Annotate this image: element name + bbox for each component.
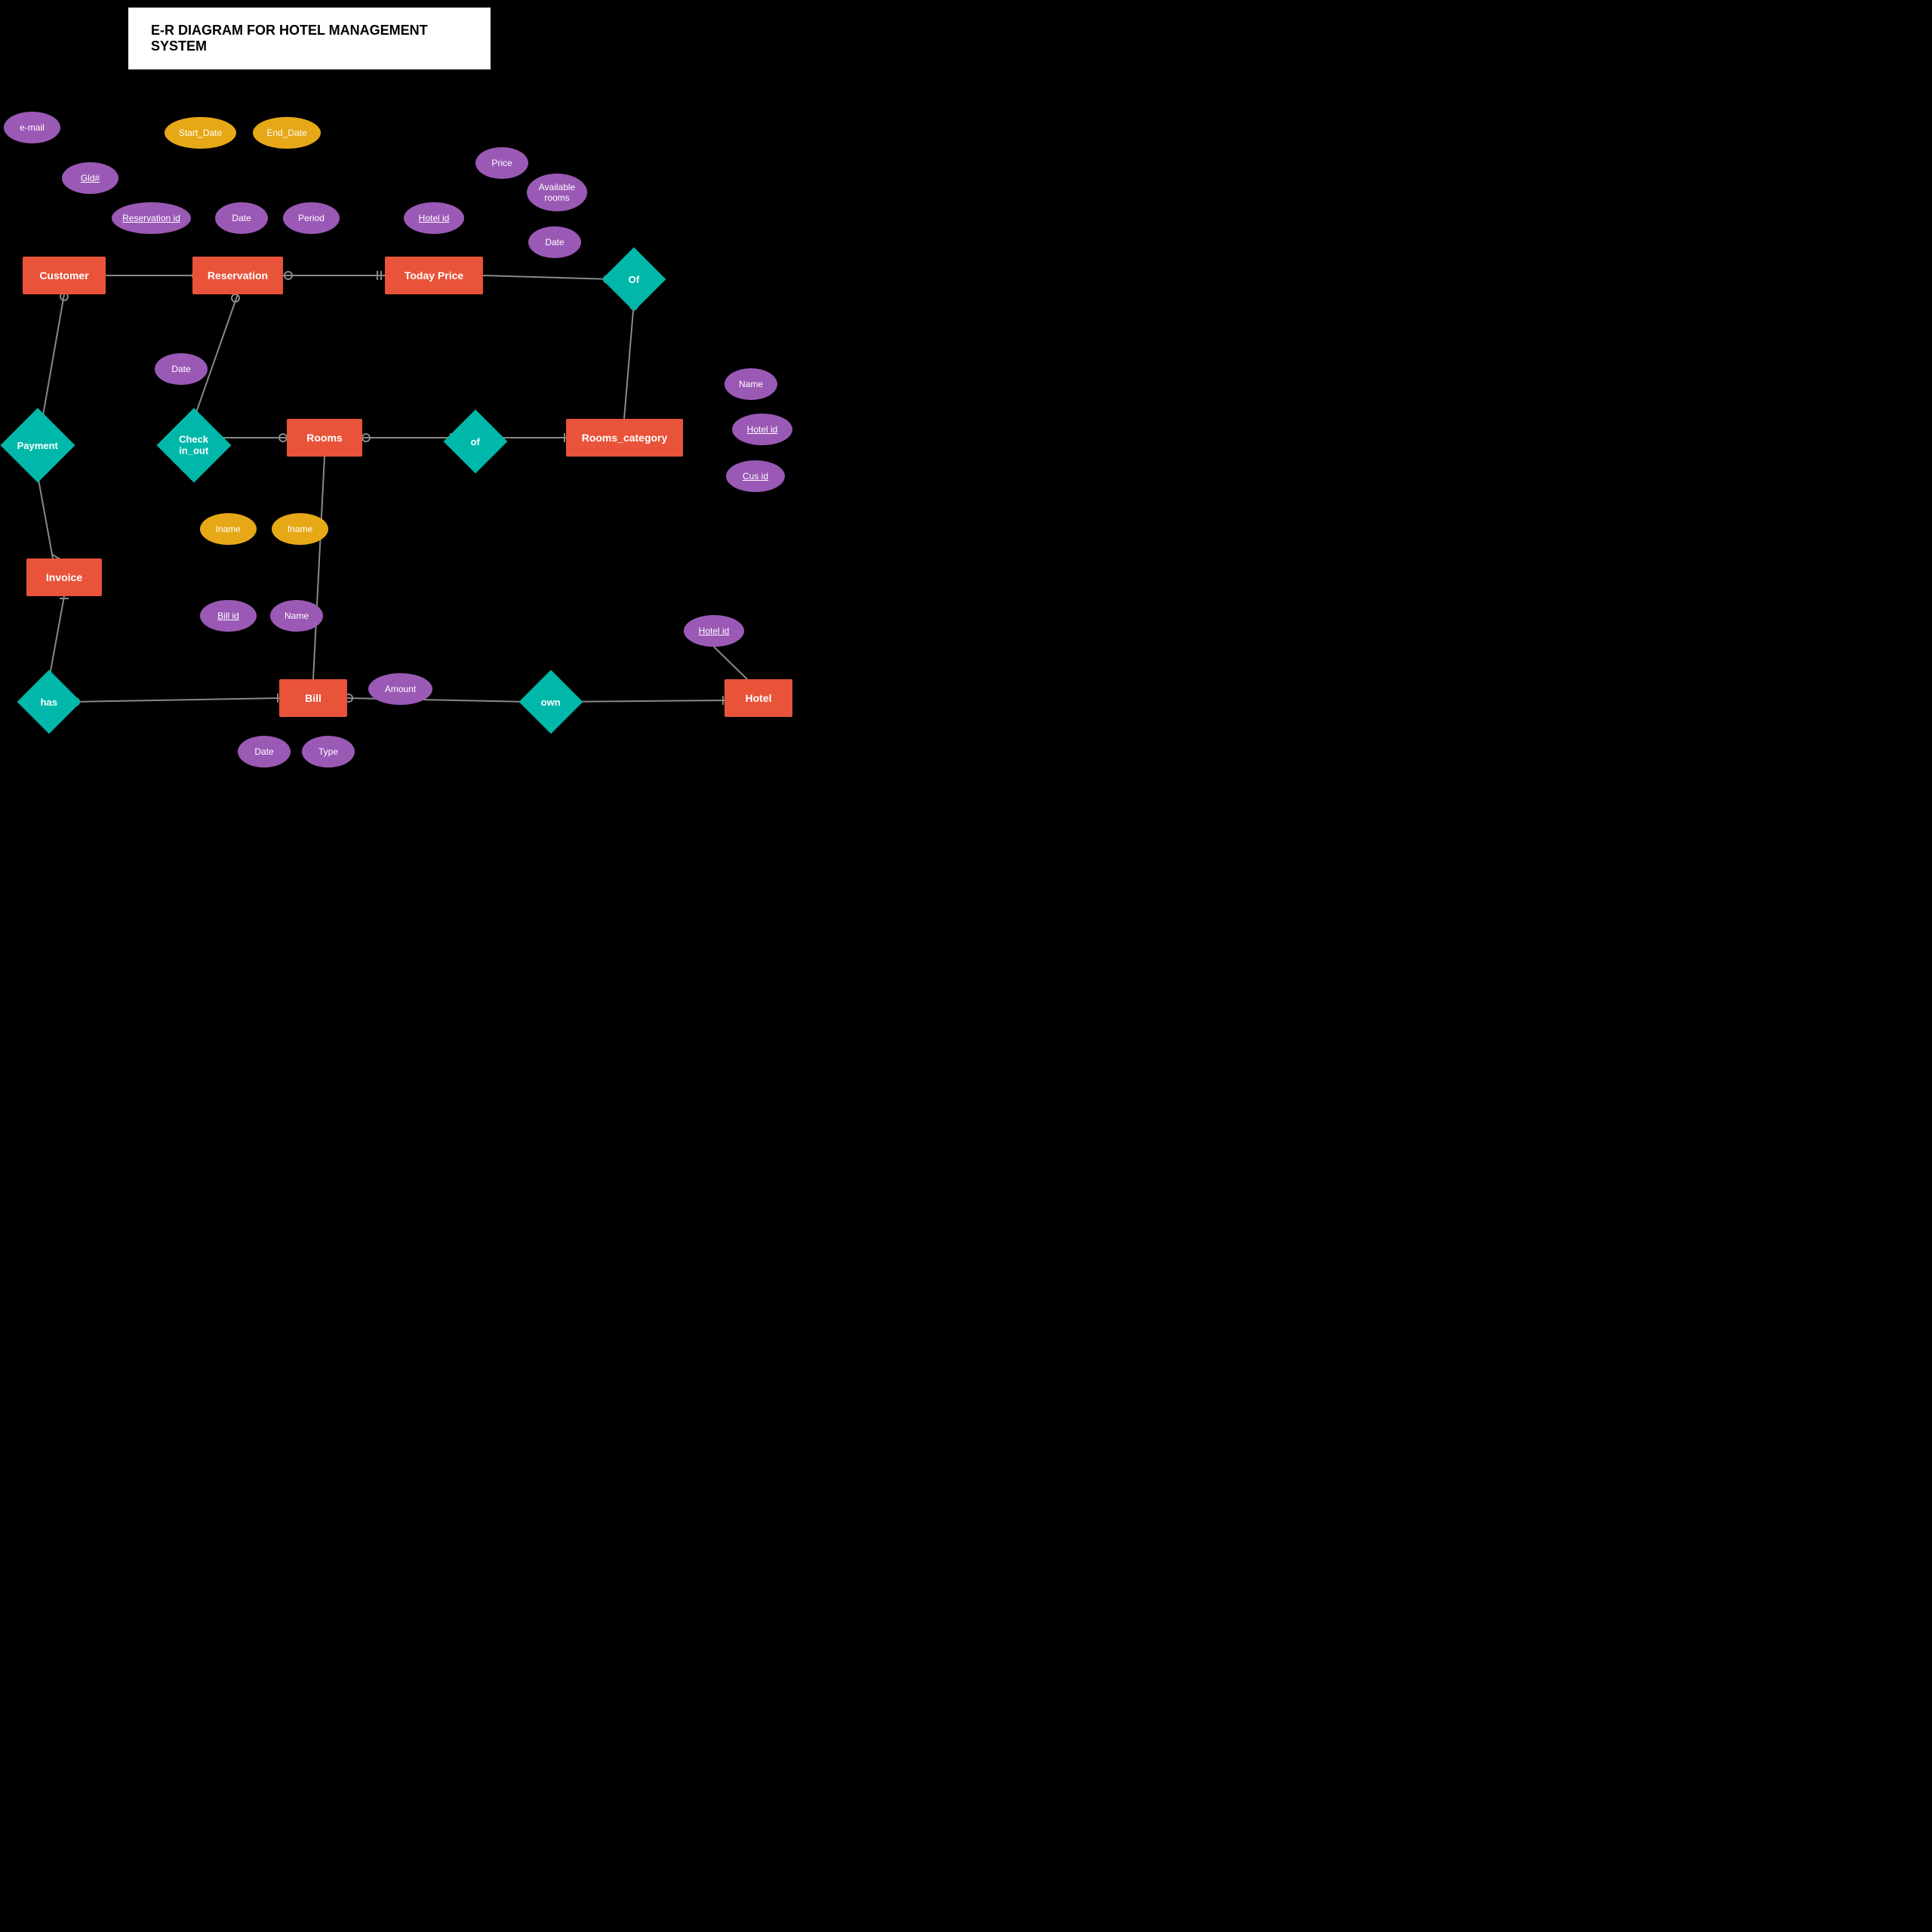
entity-rooms: Rooms bbox=[287, 419, 362, 457]
diagram-title: E-R DIAGRAM FOR HOTEL MANAGEMENT SYSTEM bbox=[128, 8, 491, 69]
attr-attr-name2: Name bbox=[270, 600, 323, 632]
attr-attr-bill-id: Bill id bbox=[200, 600, 257, 632]
attr-attr-reservation-id: Reservation id bbox=[112, 202, 191, 234]
attr-attr-amount: Amount bbox=[368, 673, 432, 705]
entity-todayprice: Today Price bbox=[385, 257, 483, 294]
entity-customer: Customer bbox=[23, 257, 106, 294]
attr-attr-hotel-id2: Hotel id bbox=[732, 414, 792, 445]
attr-attr-start: Start_Date bbox=[165, 117, 236, 149]
attr-attr-fname: fname bbox=[272, 513, 328, 545]
entity-bill: Bill bbox=[279, 679, 347, 717]
attr-attr-hotel-id1: Hotel id bbox=[404, 202, 464, 234]
attr-attr-date2: Date bbox=[528, 226, 581, 258]
attr-attr-period: Period bbox=[283, 202, 340, 234]
attr-attr-availrooms: Available rooms bbox=[527, 174, 587, 211]
attr-attr-gldno: Gld# bbox=[62, 162, 118, 194]
attr-attr-date4: Date bbox=[238, 736, 291, 768]
attr-attr-date1: Date bbox=[215, 202, 268, 234]
entity-reservation: Reservation bbox=[192, 257, 283, 294]
attr-attr-email: e-mail bbox=[4, 112, 60, 143]
attr-attr-lname: lname bbox=[200, 513, 257, 545]
attr-attr-cus-id: Cus id bbox=[726, 460, 785, 492]
attr-attr-name1: Name bbox=[724, 368, 777, 400]
entity-roomscategory: Rooms_category bbox=[566, 419, 683, 457]
attr-attr-end: End_Date bbox=[253, 117, 321, 149]
attr-attr-date3: Date bbox=[155, 353, 208, 385]
attr-attr-type: Type bbox=[302, 736, 355, 768]
entity-invoice: Invoice bbox=[26, 558, 102, 596]
entity-hotel: Hotel bbox=[724, 679, 792, 717]
attr-attr-hotel-id3: Hotel id bbox=[684, 615, 744, 647]
attr-attr-price: Price bbox=[475, 147, 528, 179]
